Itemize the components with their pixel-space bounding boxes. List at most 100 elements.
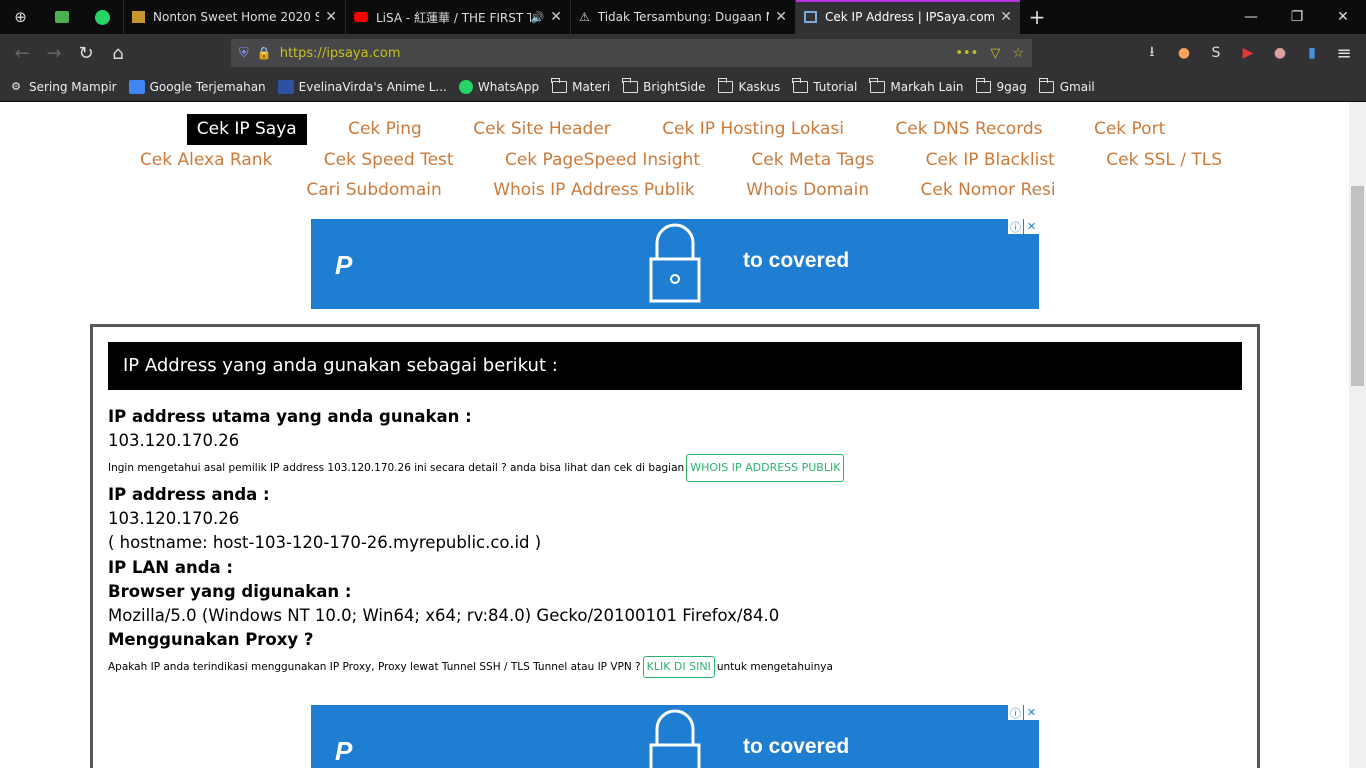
gear-icon: ⚙ xyxy=(11,80,21,93)
bookmark-label: Gmail xyxy=(1059,79,1095,94)
speaker-icon[interactable]: 🔊 xyxy=(531,11,545,24)
restore-icon[interactable]: ❐ xyxy=(1274,0,1320,34)
tab-ipsaya[interactable]: Cek IP Address | IPSaya.com ✕ xyxy=(795,0,1020,34)
bookmark-label: EvelinaVirda's Anime L... xyxy=(298,79,447,94)
menu-link[interactable]: Cek PageSpeed Insight xyxy=(495,145,710,176)
more-actions-icon[interactable]: ••• xyxy=(955,46,978,61)
close-window-icon[interactable]: ✕ xyxy=(1320,0,1366,34)
menu-link[interactable]: Cek Port xyxy=(1084,114,1175,145)
bookmark-item[interactable]: Markah Lain xyxy=(869,77,964,94)
menu-icon[interactable]: ≡ xyxy=(1328,38,1360,68)
bookmark-item[interactable]: EvelinaVirda's Anime L... xyxy=(277,79,447,94)
ip-info-panel: IP Address yang anda gunakan sebagai ber… xyxy=(90,324,1260,768)
extension-play-icon[interactable]: ▶ xyxy=(1232,38,1264,68)
menu-link[interactable]: Cek Nomor Resi xyxy=(911,175,1066,206)
ad-close-icon[interactable]: ✕ xyxy=(1024,705,1039,720)
extension-chart-icon[interactable]: ▮ xyxy=(1296,38,1328,68)
back-button[interactable]: ← xyxy=(6,38,38,68)
ad-info-icon[interactable]: ⓘ xyxy=(1008,705,1023,720)
bookmark-item[interactable]: Tutorial xyxy=(792,77,858,94)
ad-info-icon[interactable]: ⓘ xyxy=(1008,219,1023,234)
browser-chrome: ⊕ Nonton Sweet Home 2020 Sub ✕ LiSA - 紅蓮… xyxy=(0,0,1366,102)
ad-text: to covered xyxy=(743,249,850,272)
folder-icon xyxy=(1038,77,1055,94)
forward-button[interactable]: → xyxy=(38,38,70,68)
menu-link[interactable]: Cek IP Hosting Lokasi xyxy=(652,114,854,145)
whois-ip-button[interactable]: WHOIS IP ADDRESS PUBLIK xyxy=(686,454,845,482)
tab-lisa[interactable]: LiSA - 紅蓮華 / THE FIRST TA 🔊 ✕ xyxy=(345,0,570,34)
folder-icon xyxy=(975,77,992,94)
bookmark-label: Kaskus xyxy=(738,79,781,94)
bookmark-label: Sering Mampir xyxy=(29,79,117,94)
new-tab-button[interactable]: + xyxy=(1020,5,1054,29)
folder-icon xyxy=(792,77,808,94)
ad-close-icon[interactable]: ✕ xyxy=(1024,219,1039,234)
pinned-tab-whatsapp[interactable] xyxy=(82,0,123,34)
menu-link[interactable]: Whois Domain xyxy=(736,175,879,206)
extension-s-icon[interactable]: S xyxy=(1200,38,1232,68)
chart-icon xyxy=(54,11,69,23)
shield-icon[interactable]: ⛨ xyxy=(239,46,249,61)
menu-link[interactable]: Cek Alexa Rank xyxy=(130,145,282,176)
address-bar[interactable]: ⛨ 🔒 https://ipsaya.com ••• ▽ ☆ xyxy=(231,39,1032,67)
menu-link[interactable]: Cek IP Saya xyxy=(186,114,307,145)
proxy-suffix: untuk mengetahuinya xyxy=(716,661,833,673)
bookmark-item[interactable]: Gmail xyxy=(1038,77,1095,94)
pocket-icon[interactable]: ▽ xyxy=(990,46,1000,61)
tab-title: Tidak Tersambung: Dugaan Ma xyxy=(597,10,770,24)
minimize-icon[interactable]: — xyxy=(1228,0,1274,34)
main-ip-value: 103.120.170.26 xyxy=(108,431,240,450)
menu-link[interactable]: Cek Speed Test xyxy=(314,145,464,176)
bookmark-item[interactable]: BrightSide xyxy=(622,77,706,94)
extension-avatar-icon[interactable]: ● xyxy=(1264,38,1296,68)
menu-link[interactable]: Cek SSL / TLS xyxy=(1096,145,1232,176)
bookmark-item[interactable]: Materi xyxy=(551,77,610,94)
menu-link[interactable]: Cari Subdomain xyxy=(296,175,451,206)
whatsapp-icon xyxy=(95,9,110,25)
star-icon[interactable]: ☆ xyxy=(1012,46,1024,61)
close-icon[interactable]: ✕ xyxy=(550,9,562,25)
bookmark-item[interactable]: WhatsApp xyxy=(458,79,539,94)
url-text[interactable]: https://ipsaya.com xyxy=(280,46,956,61)
tab-title: Cek IP Address | IPSaya.com xyxy=(825,10,995,24)
reload-button[interactable]: ↻ xyxy=(70,38,102,68)
close-icon[interactable]: ✕ xyxy=(1000,9,1012,25)
tab-tidak[interactable]: ⚠ Tidak Tersambung: Dugaan Ma ✕ xyxy=(570,0,795,34)
bookmarks-bar: ⚙ Sering Mampir Google Terjemahan EvelinaVi… xyxy=(0,72,1366,102)
film-icon xyxy=(132,11,145,23)
menu-link[interactable]: Cek Meta Tags xyxy=(741,145,884,176)
scrollbar[interactable] xyxy=(1349,102,1366,768)
folder-icon xyxy=(717,77,734,94)
close-icon[interactable]: ✕ xyxy=(775,9,787,25)
browser-label: Browser yang digunakan : xyxy=(108,582,352,601)
menu-link[interactable]: Cek Site Header xyxy=(463,114,621,145)
menu-link[interactable]: Cek Ping xyxy=(338,114,432,145)
proxy-label: Menggunakan Proxy ? xyxy=(108,630,314,649)
pinned-tab-globe[interactable]: ⊕ xyxy=(0,0,41,34)
home-button[interactable]: ⌂ xyxy=(102,38,134,68)
bookmark-label: Tutorial xyxy=(813,79,858,94)
close-icon[interactable]: ✕ xyxy=(325,9,337,25)
ad-banner-top[interactable]: P to covered ⓘ ✕ xyxy=(311,219,1039,309)
proxy-text: Apakah IP anda terindikasi menggunakan I… xyxy=(108,661,641,673)
pinned-tab-chart[interactable] xyxy=(41,0,82,34)
menu-link[interactable]: Cek IP Blacklist xyxy=(916,145,1065,176)
translate-icon xyxy=(128,79,145,94)
tab-title: LiSA - 紅蓮華 / THE FIRST TA xyxy=(376,10,531,25)
mal-icon xyxy=(277,79,294,94)
bookmark-item[interactable]: 9gag xyxy=(975,77,1027,94)
extension-egg-icon[interactable]: ● xyxy=(1168,38,1200,68)
menu-link[interactable]: Cek DNS Records xyxy=(885,114,1052,145)
lock-icon[interactable]: 🔒 xyxy=(257,46,272,60)
tab-nonton[interactable]: Nonton Sweet Home 2020 Sub ✕ xyxy=(123,0,345,34)
panel-content: IP address utama yang anda gunakan : 103… xyxy=(108,405,1242,682)
bookmark-item[interactable]: Google Terjemahan xyxy=(128,79,266,94)
download-icon[interactable]: ⭳ xyxy=(1136,38,1168,68)
scrollbar-thumb[interactable] xyxy=(1351,186,1364,386)
bookmark-item[interactable]: ⚙ Sering Mampir xyxy=(8,80,117,94)
menu-link[interactable]: Whois IP Address Publik xyxy=(483,175,705,206)
proxy-button[interactable]: KLIK DI SINI xyxy=(642,656,715,678)
bookmark-item[interactable]: Kaskus xyxy=(717,77,781,94)
proxy-line: Apakah IP anda terindikasi menggunakan I… xyxy=(108,652,1242,682)
ad-banner-bottom[interactable]: P to covered ⓘ ✕ xyxy=(311,705,1039,768)
